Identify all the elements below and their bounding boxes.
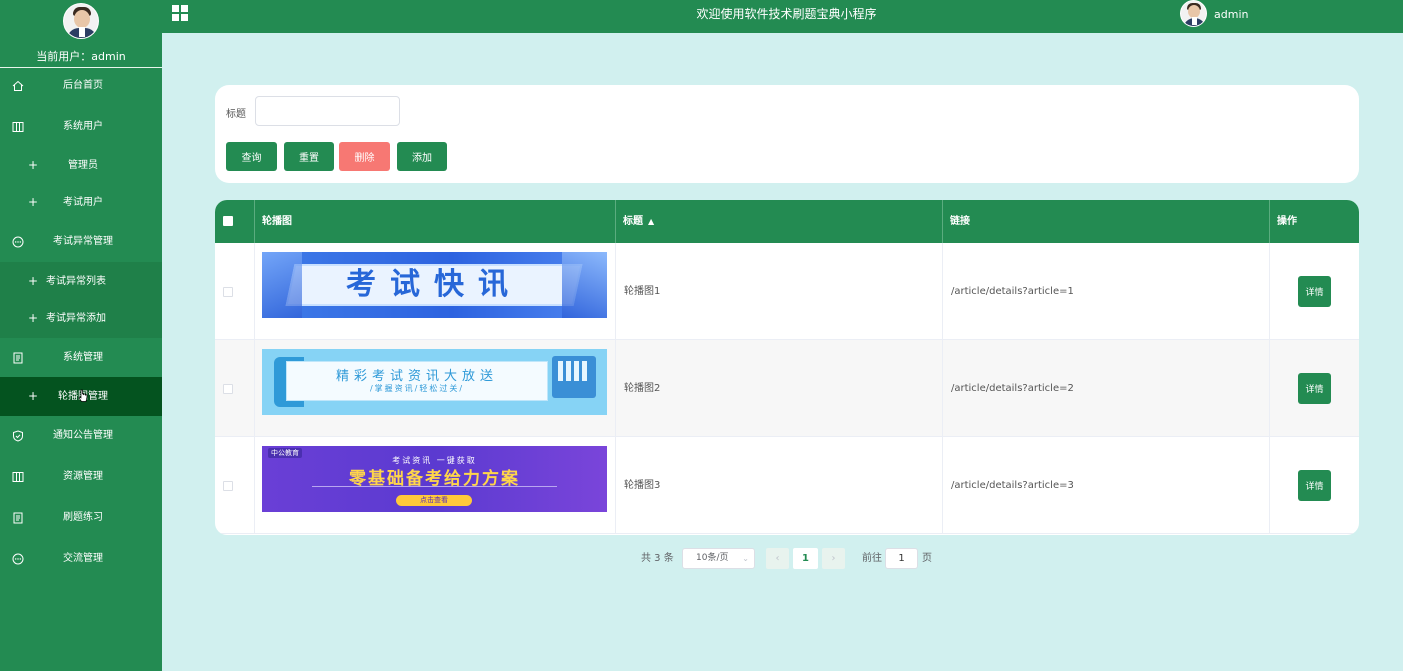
- goto-label: 前往: [862, 553, 882, 564]
- column-header-title[interactable]: 标题 ▲︎: [616, 200, 943, 243]
- prev-page-button[interactable]: ‹: [766, 548, 789, 569]
- column-header-banner: 轮播图: [255, 200, 616, 243]
- mouse-cursor-icon: [78, 389, 88, 402]
- page-number-button[interactable]: 1: [793, 548, 818, 569]
- sidebar-item-system-users[interactable]: 系统用户: [0, 107, 162, 146]
- row-checkbox[interactable]: [223, 384, 233, 394]
- page-size-select[interactable]: 10条/页 ⌄: [682, 548, 755, 569]
- row-link: /article/details?article=2: [951, 383, 1074, 394]
- search-panel: 标题 查询 重置 删除 添加: [215, 85, 1359, 183]
- top-header: 欢迎使用软件技术刷题宝典小程序 admin: [162, 0, 1403, 33]
- table-row: 考试快讯 轮播图1 /article/details?article=1 详情: [215, 243, 1359, 340]
- reset-button[interactable]: 重置: [284, 142, 334, 171]
- page-suffix-label: 页: [922, 553, 932, 564]
- avatar: [1180, 0, 1207, 27]
- sidebar-item-exam-users[interactable]: + 考试用户: [0, 183, 162, 222]
- table-row: 中公教育 考试资讯 一键获取 零基础备考给力方案 点击查看 轮播图3 /arti…: [215, 437, 1359, 534]
- sidebar-item-anomaly-list[interactable]: + 考试异常列表: [0, 262, 162, 301]
- sidebar-item-exam-anomaly[interactable]: 考试异常管理: [0, 222, 162, 261]
- query-button[interactable]: 查询: [226, 142, 277, 171]
- row-link: /article/details?article=3: [951, 480, 1074, 491]
- column-header-actions: 操作: [1277, 216, 1297, 227]
- sidebar-item-system-manage[interactable]: 系统管理: [0, 338, 162, 377]
- select-all-cell: [215, 200, 255, 243]
- row-title: 轮播图2: [624, 383, 661, 394]
- sidebar-item-anomaly-add[interactable]: + 考试异常添加: [0, 299, 162, 338]
- row-link: /article/details?article=1: [951, 286, 1074, 297]
- next-page-button[interactable]: ›: [822, 548, 845, 569]
- row-title: 轮播图1: [624, 286, 661, 297]
- chevron-down-icon: ⌄: [742, 554, 749, 563]
- delete-button[interactable]: 删除: [339, 142, 390, 171]
- sidebar-item-practice[interactable]: 刷题练习: [0, 498, 162, 537]
- chevron-left-icon: ‹: [775, 553, 780, 564]
- select-all-checkbox[interactable]: [223, 216, 233, 226]
- detail-button[interactable]: 详情: [1298, 276, 1331, 307]
- sidebar-item-resources[interactable]: 资源管理: [0, 457, 162, 496]
- title-filter-label: 标题: [226, 109, 246, 120]
- pagination-total: 共 3 条: [641, 553, 674, 564]
- plus-icon: +: [27, 311, 39, 325]
- chevron-right-icon: ›: [831, 553, 836, 564]
- data-table: 轮播图 标题 ▲︎ 链接 操作 考试快讯 轮播图1 /article/detail…: [215, 200, 1359, 535]
- column-header-link: 链接: [943, 200, 1270, 243]
- banner-cell: 中公教育 考试资讯 一键获取 零基础备考给力方案 点击查看: [255, 437, 616, 534]
- add-button[interactable]: 添加: [397, 142, 447, 171]
- table-row: 精彩考试资讯大放送 /掌握资讯/轻松过关/ 轮播图2 /article/deta…: [215, 340, 1359, 437]
- banner-image: 精彩考试资讯大放送 /掌握资讯/轻松过关/: [262, 349, 607, 415]
- sidebar-user-panel: 当前用户：admin: [0, 3, 162, 68]
- sidebar-item-admin[interactable]: + 管理员: [0, 146, 162, 185]
- sidebar-item-dashboard[interactable]: 后台首页: [0, 66, 162, 105]
- plus-icon: +: [27, 274, 39, 288]
- goto-page-input[interactable]: 1: [885, 548, 918, 569]
- detail-button[interactable]: 详情: [1298, 470, 1331, 501]
- current-user-text: 当前用户：admin: [36, 50, 126, 63]
- row-checkbox[interactable]: [223, 287, 233, 297]
- table-header: 轮播图 标题 ▲︎ 链接 操作: [215, 200, 1359, 243]
- banner-image: 中公教育 考试资讯 一键获取 零基础备考给力方案 点击查看: [262, 446, 607, 512]
- sort-icon[interactable]: ▲︎: [648, 200, 654, 243]
- detail-button[interactable]: 详情: [1298, 373, 1331, 404]
- title-search-input[interactable]: [255, 96, 400, 126]
- row-checkbox[interactable]: [223, 481, 233, 491]
- sidebar-item-notices[interactable]: 通知公告管理: [0, 416, 162, 455]
- banner-cell: 考试快讯: [255, 243, 616, 340]
- header-username: admin: [1214, 8, 1249, 21]
- avatar: [63, 3, 99, 39]
- sidebar-item-forum[interactable]: 交流管理: [0, 539, 162, 578]
- sidebar: 当前用户：admin 后台首页 系统用户 + 管理员 + 考试用户 考试异常管理…: [0, 0, 162, 671]
- banner-image: 考试快讯: [262, 252, 607, 318]
- row-title: 轮播图3: [624, 480, 661, 491]
- banner-cell: 精彩考试资讯大放送 /掌握资讯/轻松过关/: [255, 340, 616, 437]
